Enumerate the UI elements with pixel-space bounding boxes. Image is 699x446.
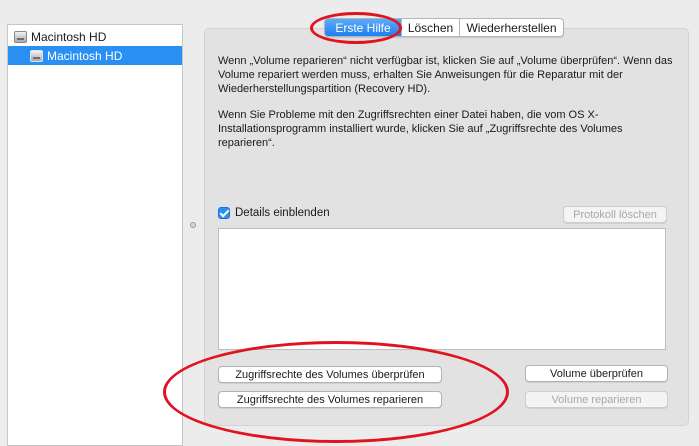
info-text-volume: Wenn „Volume reparieren“ nicht verfügbar…: [218, 55, 673, 95]
sidebar-item-disk[interactable]: Macintosh HD: [8, 27, 182, 46]
repair-volume-button[interactable]: Volume reparieren: [525, 391, 668, 408]
tab-erase[interactable]: Löschen: [401, 19, 459, 36]
tab-first-aid[interactable]: Erste Hilfe: [325, 19, 401, 36]
tab-bar: Erste Hilfe Löschen Wiederherstellen: [324, 18, 564, 37]
sidebar-item-label: Macintosh HD: [47, 48, 123, 63]
hard-disk-icon: [14, 30, 27, 43]
split-view-handle[interactable]: [190, 222, 196, 228]
details-toggle[interactable]: Details einblenden: [218, 207, 330, 219]
disk-sidebar: Macintosh HD Macintosh HD: [7, 24, 183, 446]
details-checkbox[interactable]: [218, 207, 230, 219]
clear-log-button[interactable]: Protokoll löschen: [563, 206, 667, 223]
sidebar-item-volume[interactable]: Macintosh HD: [8, 46, 182, 65]
repair-permissions-button[interactable]: Zugriffsrechte des Volumes reparieren: [218, 391, 442, 408]
verify-volume-button[interactable]: Volume überprüfen: [525, 365, 668, 382]
details-label: Details einblenden: [235, 207, 330, 219]
hard-disk-icon: [30, 49, 43, 62]
verify-permissions-button[interactable]: Zugriffsrechte des Volumes überprüfen: [218, 366, 442, 383]
details-log-area[interactable]: [218, 228, 666, 350]
info-text-permissions: Wenn Sie Probleme mit den Zugriffsrechte…: [218, 109, 623, 149]
tab-restore[interactable]: Wiederherstellen: [459, 19, 563, 36]
sidebar-item-label: Macintosh HD: [31, 29, 107, 44]
